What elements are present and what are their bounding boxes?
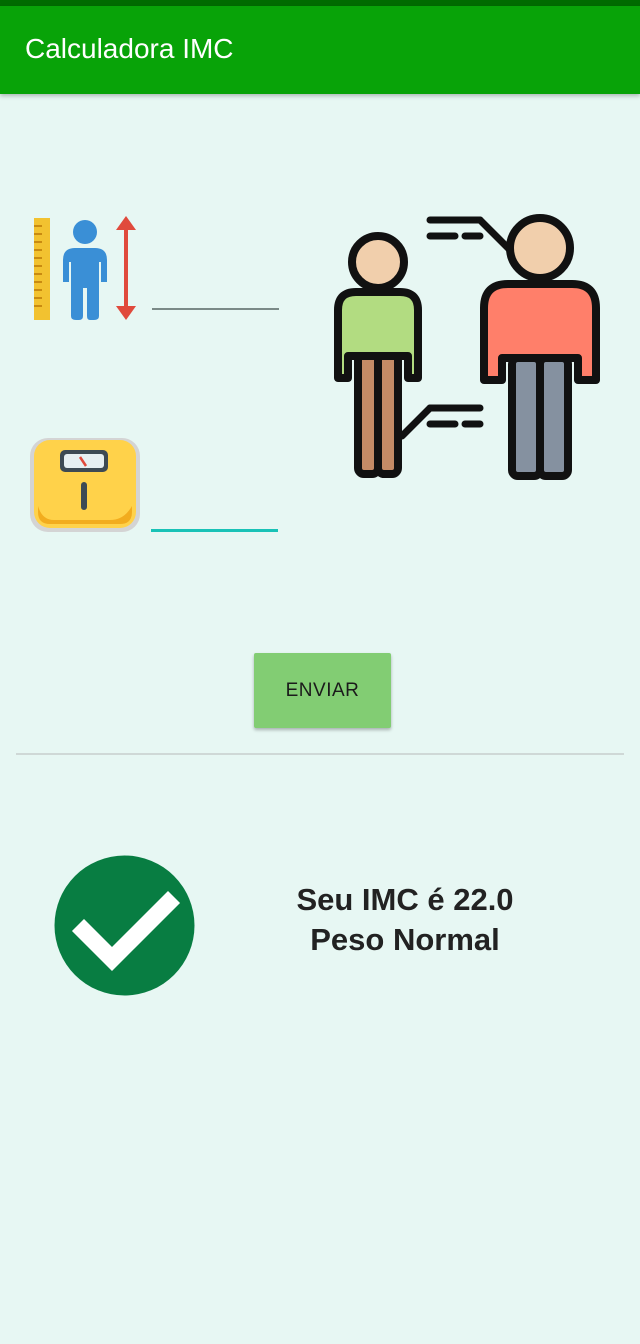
bmi-value-text: Seu IMC é 22.0 (296, 882, 514, 917)
bmi-category-text: Peso Normal (310, 922, 500, 957)
height-input[interactable] (152, 276, 279, 310)
app-bar: Calculadora IMC (0, 6, 640, 94)
result-text: Seu IMC é 22.0 Peso Normal (230, 880, 580, 960)
bathroom-scale-icon (30, 438, 140, 532)
divider (16, 753, 624, 755)
app-title: Calculadora IMC (25, 33, 234, 64)
submit-button[interactable]: ENVIAR (254, 653, 391, 728)
person-height-icon (34, 216, 136, 320)
check-circle-icon (54, 855, 195, 996)
weight-input[interactable] (151, 499, 278, 532)
two-people-comparison-illustration (334, 214, 600, 480)
